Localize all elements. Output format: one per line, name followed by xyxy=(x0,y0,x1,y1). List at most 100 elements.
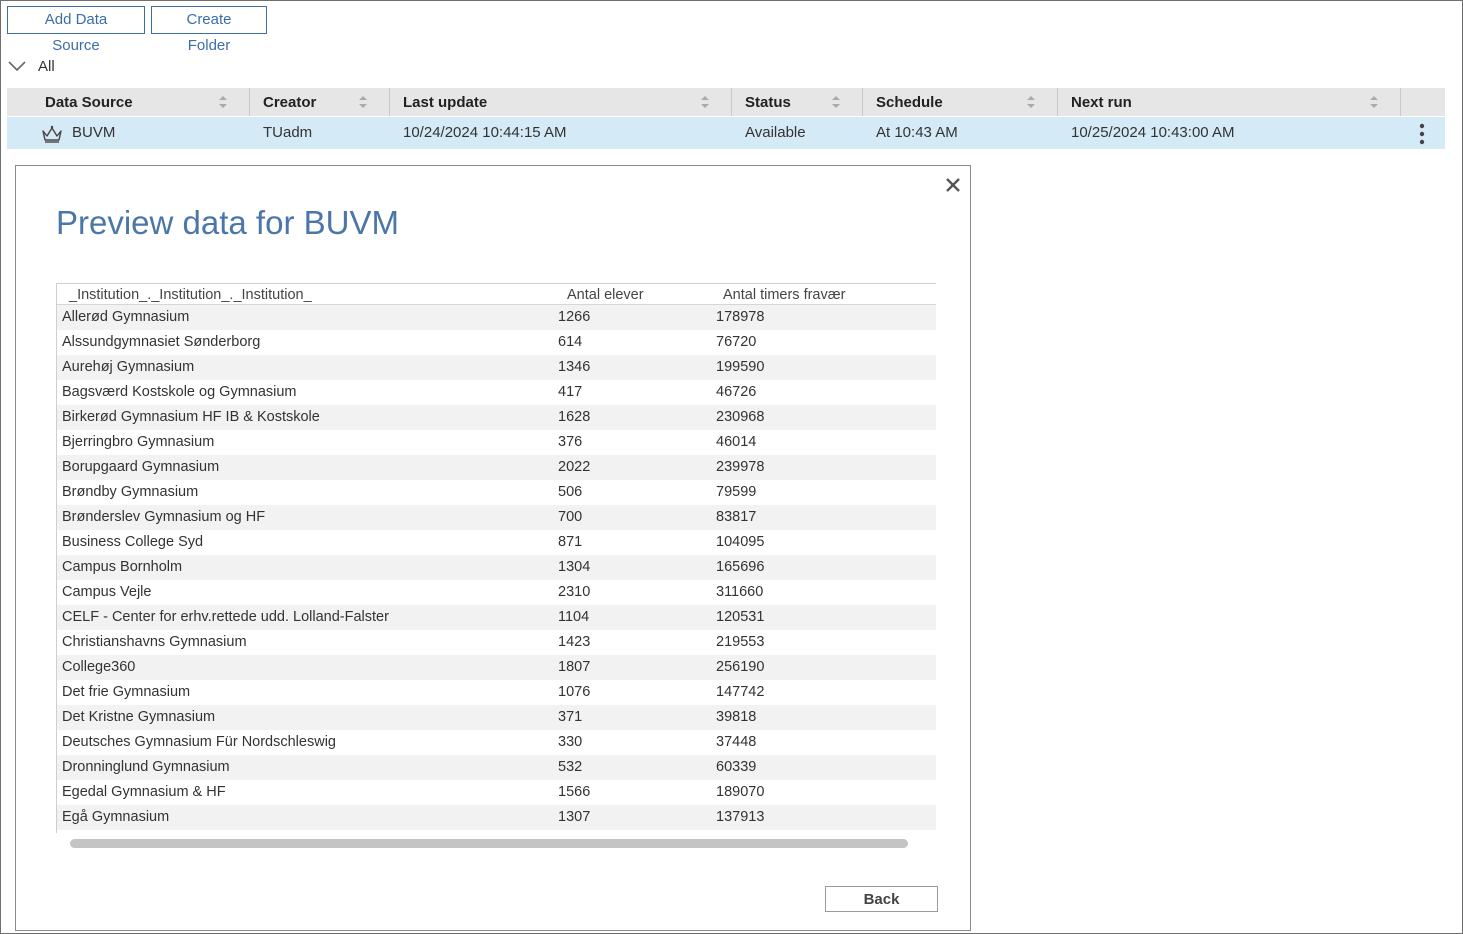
table-cell: 871 xyxy=(558,534,583,550)
table-cell: Dronninglund Gymnasium xyxy=(62,759,230,775)
column-header-last-update[interactable]: Last update xyxy=(403,88,487,116)
table-cell: 189070 xyxy=(716,784,765,800)
table-cell: 256190 xyxy=(716,659,765,675)
table-cell: 230968 xyxy=(716,409,765,425)
sort-icon[interactable] xyxy=(701,95,709,109)
grid-header: Data Source Creator Last update Status S… xyxy=(7,88,1445,116)
table-cell: Bagsværd Kostskole og Gymnasium xyxy=(62,384,297,400)
table-cell: 46726 xyxy=(716,384,757,400)
table-cell: 120531 xyxy=(716,609,765,625)
sort-icon[interactable] xyxy=(1370,95,1378,109)
column-header-schedule[interactable]: Schedule xyxy=(876,88,943,116)
table-row: Alssundgymnasiet Sønderborg 614 76720 xyxy=(57,330,936,355)
table-row: Birkerød Gymnasium HF IB & Kostskole 1628… xyxy=(57,405,936,430)
table-cell: 37448 xyxy=(716,734,757,750)
table-row: Brønderslev Gymnasium og HF 700 83817 xyxy=(57,505,936,530)
table-cell: Birkerød Gymnasium HF IB & Kostskole xyxy=(62,409,320,425)
table-row[interactable]: BUVM TUadm 10/24/2024 10:44:15 AM Availa… xyxy=(7,117,1445,149)
table-cell: Bjerringbro Gymnasium xyxy=(62,434,215,450)
column-separator xyxy=(1400,88,1401,116)
create-folder-button[interactable]: Create Folder xyxy=(151,6,267,54)
table-row: College360 1807 256190 xyxy=(57,655,936,680)
table-cell: 46014 xyxy=(716,434,757,450)
table-row: Allerød Gymnasium 1266 178978 xyxy=(57,305,936,330)
table-row: Deutsches Gymnasium Für Nordschleswig 330… xyxy=(57,730,936,755)
table-cell: Borupgaard Gymnasium xyxy=(62,459,220,475)
group-all-toggle[interactable]: All xyxy=(8,56,55,76)
table-cell: 1807 xyxy=(558,659,591,675)
group-all-label: All xyxy=(38,57,55,75)
table-cell: Alssundgymnasiet Sønderborg xyxy=(62,334,261,350)
table-row: Campus Bornholm 1304 165696 xyxy=(57,555,936,580)
table-cell: College360 xyxy=(62,659,136,675)
table-cell: 1076 xyxy=(558,684,591,700)
table-cell: 1346 xyxy=(558,359,591,375)
cell-data-source[interactable]: BUVM xyxy=(72,117,115,149)
table-cell: 371 xyxy=(558,709,583,725)
cell-last-update: 10/24/2024 10:44:15 AM xyxy=(403,124,567,141)
preview-column-header: _Institution_._Institution_._Institution… xyxy=(69,287,312,303)
table-cell: 1266 xyxy=(558,309,591,325)
sort-icon[interactable] xyxy=(832,95,840,109)
table-row: Det frie Gymnasium 1076 147742 xyxy=(57,680,936,705)
sort-icon[interactable] xyxy=(359,95,367,109)
preview-dialog: Preview data for BUVM _Institution_._Ins… xyxy=(15,165,971,931)
table-cell: 417 xyxy=(558,384,583,400)
table-cell: 104095 xyxy=(716,534,765,550)
table-cell: Egedal Gymnasium & HF xyxy=(62,784,226,800)
table-cell: 178978 xyxy=(716,309,765,325)
table-row: Campus Vejle 2310 311660 xyxy=(57,580,936,605)
kebab-menu-icon[interactable] xyxy=(1417,123,1427,145)
table-cell: 60339 xyxy=(716,759,757,775)
table-cell: CELF - Center for erhv.rettede udd. Loll… xyxy=(62,609,389,625)
table-cell: Allerød Gymnasium xyxy=(62,309,190,325)
sort-icon[interactable] xyxy=(219,95,227,109)
preview-table-header: _Institution_._Institution_._Institution… xyxy=(57,284,936,305)
table-row: Det Kristne Gymnasium 371 39818 xyxy=(57,705,936,730)
column-separator xyxy=(249,88,250,116)
table-cell: Business College Syd xyxy=(62,534,204,550)
dialog-title: Preview data for BUVM xyxy=(56,204,399,241)
column-header-data-source[interactable]: Data Source xyxy=(45,88,133,116)
sort-icon[interactable] xyxy=(1027,95,1035,109)
table-cell: 137913 xyxy=(716,809,765,825)
column-header-next-run[interactable]: Next run xyxy=(1071,88,1132,116)
table-row: Brøndby Gymnasium 506 79599 xyxy=(57,480,936,505)
table-cell: Det Kristne Gymnasium xyxy=(62,709,216,725)
table-cell: 700 xyxy=(558,509,583,525)
column-header-status[interactable]: Status xyxy=(745,88,791,116)
table-row: Dronninglund Gymnasium 532 60339 xyxy=(57,755,936,780)
table-cell: 1628 xyxy=(558,409,591,425)
table-cell: 1307 xyxy=(558,809,591,825)
table-cell: Christianshavns Gymnasium xyxy=(62,634,247,650)
close-icon[interactable] xyxy=(944,176,962,194)
cell-next-run: 10/25/2024 10:43:00 AM xyxy=(1071,124,1235,141)
preview-table[interactable]: _Institution_._Institution_._Institution… xyxy=(56,283,936,833)
table-row: Egå Gymnasium 1307 137913 xyxy=(57,805,936,830)
column-separator xyxy=(389,88,390,116)
table-cell: Campus Vejle xyxy=(62,584,152,600)
table-cell: 614 xyxy=(558,334,583,350)
table-cell: Deutsches Gymnasium Für Nordschleswig xyxy=(62,734,336,750)
table-cell: 219553 xyxy=(716,634,765,650)
table-cell: 1566 xyxy=(558,784,591,800)
table-row: Christianshavns Gymnasium 1423 219553 xyxy=(57,630,936,655)
crown-icon xyxy=(42,125,62,143)
cell-creator: TUadm xyxy=(263,124,313,141)
table-row: Borupgaard Gymnasium 2022 239978 xyxy=(57,455,936,480)
table-cell: 165696 xyxy=(716,559,765,575)
table-cell: 83817 xyxy=(716,509,757,525)
column-header-creator[interactable]: Creator xyxy=(263,88,316,116)
table-cell: 376 xyxy=(558,434,583,450)
table-cell: 39818 xyxy=(716,709,757,725)
horizontal-scrollbar[interactable] xyxy=(70,839,908,848)
table-cell: 311660 xyxy=(716,584,764,600)
table-cell: 147742 xyxy=(716,684,765,700)
back-button[interactable]: Back xyxy=(825,886,938,912)
table-cell: Aurehøj Gymnasium xyxy=(62,359,195,375)
table-cell: 506 xyxy=(558,484,583,500)
table-row: CELF - Center for erhv.rettede udd. Loll… xyxy=(57,605,936,630)
add-data-source-button[interactable]: Add Data Source xyxy=(7,6,145,54)
cell-schedule: At 10:43 AM xyxy=(876,124,958,141)
table-cell: 79599 xyxy=(716,484,757,500)
